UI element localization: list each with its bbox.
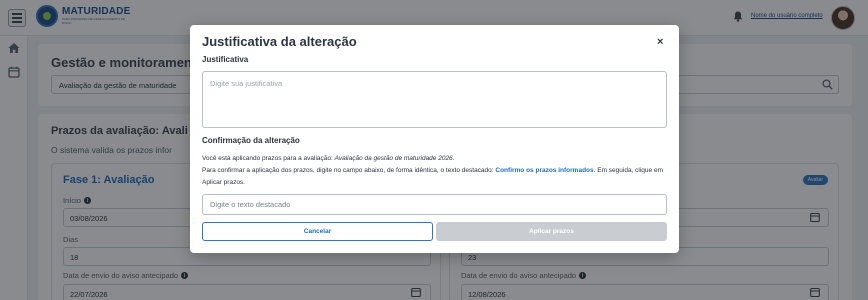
justification-modal: Justificativa da alteração × Justificati… [190, 25, 679, 253]
justification-textarea[interactable] [202, 71, 667, 128]
apply-deadlines-button[interactable]: Aplicar prazos [436, 222, 667, 241]
highlighted-text: Confirmo os prazos informados [495, 167, 594, 174]
justification-label: Justificativa [202, 55, 249, 64]
confirmation-label: Confirmação da alteração [202, 136, 300, 145]
cancel-button[interactable]: Cancelar [202, 222, 433, 241]
close-icon[interactable]: × [657, 36, 663, 48]
evaluation-name: Avaliação da gestão de maturidade 2026 [334, 155, 453, 162]
confirmation-instructions: Você está aplicando prazos para a avalia… [202, 155, 663, 186]
modal-title: Justificativa da alteração [202, 34, 357, 49]
confirm-text-input[interactable] [202, 194, 667, 215]
